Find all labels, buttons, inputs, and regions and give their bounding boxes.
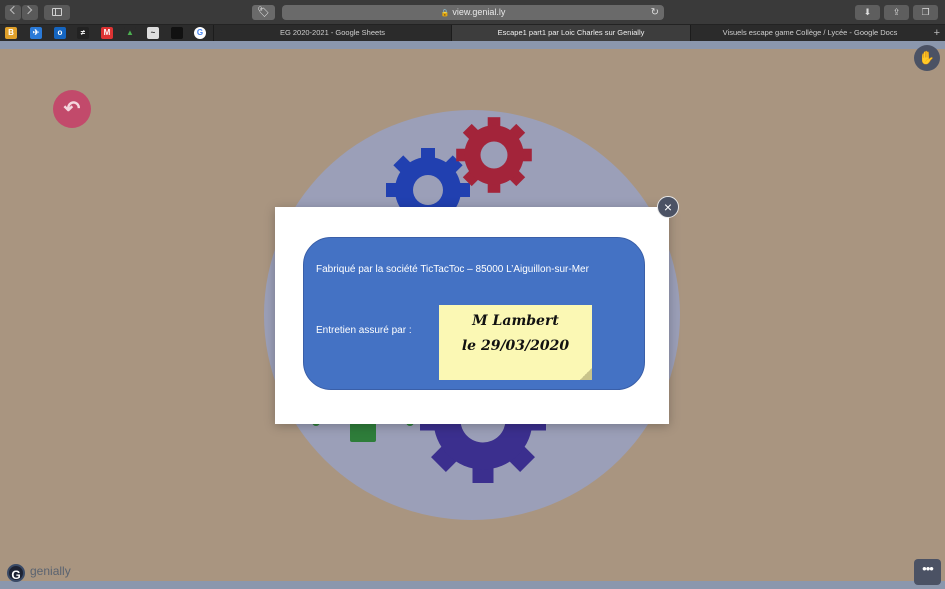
note-date: le 29/03/2020 bbox=[461, 338, 570, 354]
manufacturer-text: Fabriqué par la société TicTacToc – 8500… bbox=[316, 264, 589, 275]
back-button[interactable]: ↶ bbox=[53, 90, 91, 128]
logo-text: genially bbox=[30, 564, 71, 578]
more-options-button[interactable]: ••• bbox=[914, 559, 941, 585]
note-name: M Lambert bbox=[472, 313, 559, 329]
close-button[interactable]: × bbox=[657, 196, 679, 218]
sticky-note: M Lambert le 29/03/2020 bbox=[439, 305, 592, 380]
maintenance-label: Entretien assuré par : bbox=[316, 325, 412, 336]
bottom-strip bbox=[0, 581, 945, 589]
logo-icon: G bbox=[7, 564, 25, 582]
note-fold bbox=[580, 368, 592, 380]
red-gear-icon bbox=[456, 117, 532, 193]
hand-icon[interactable]: ✋ bbox=[914, 45, 940, 71]
